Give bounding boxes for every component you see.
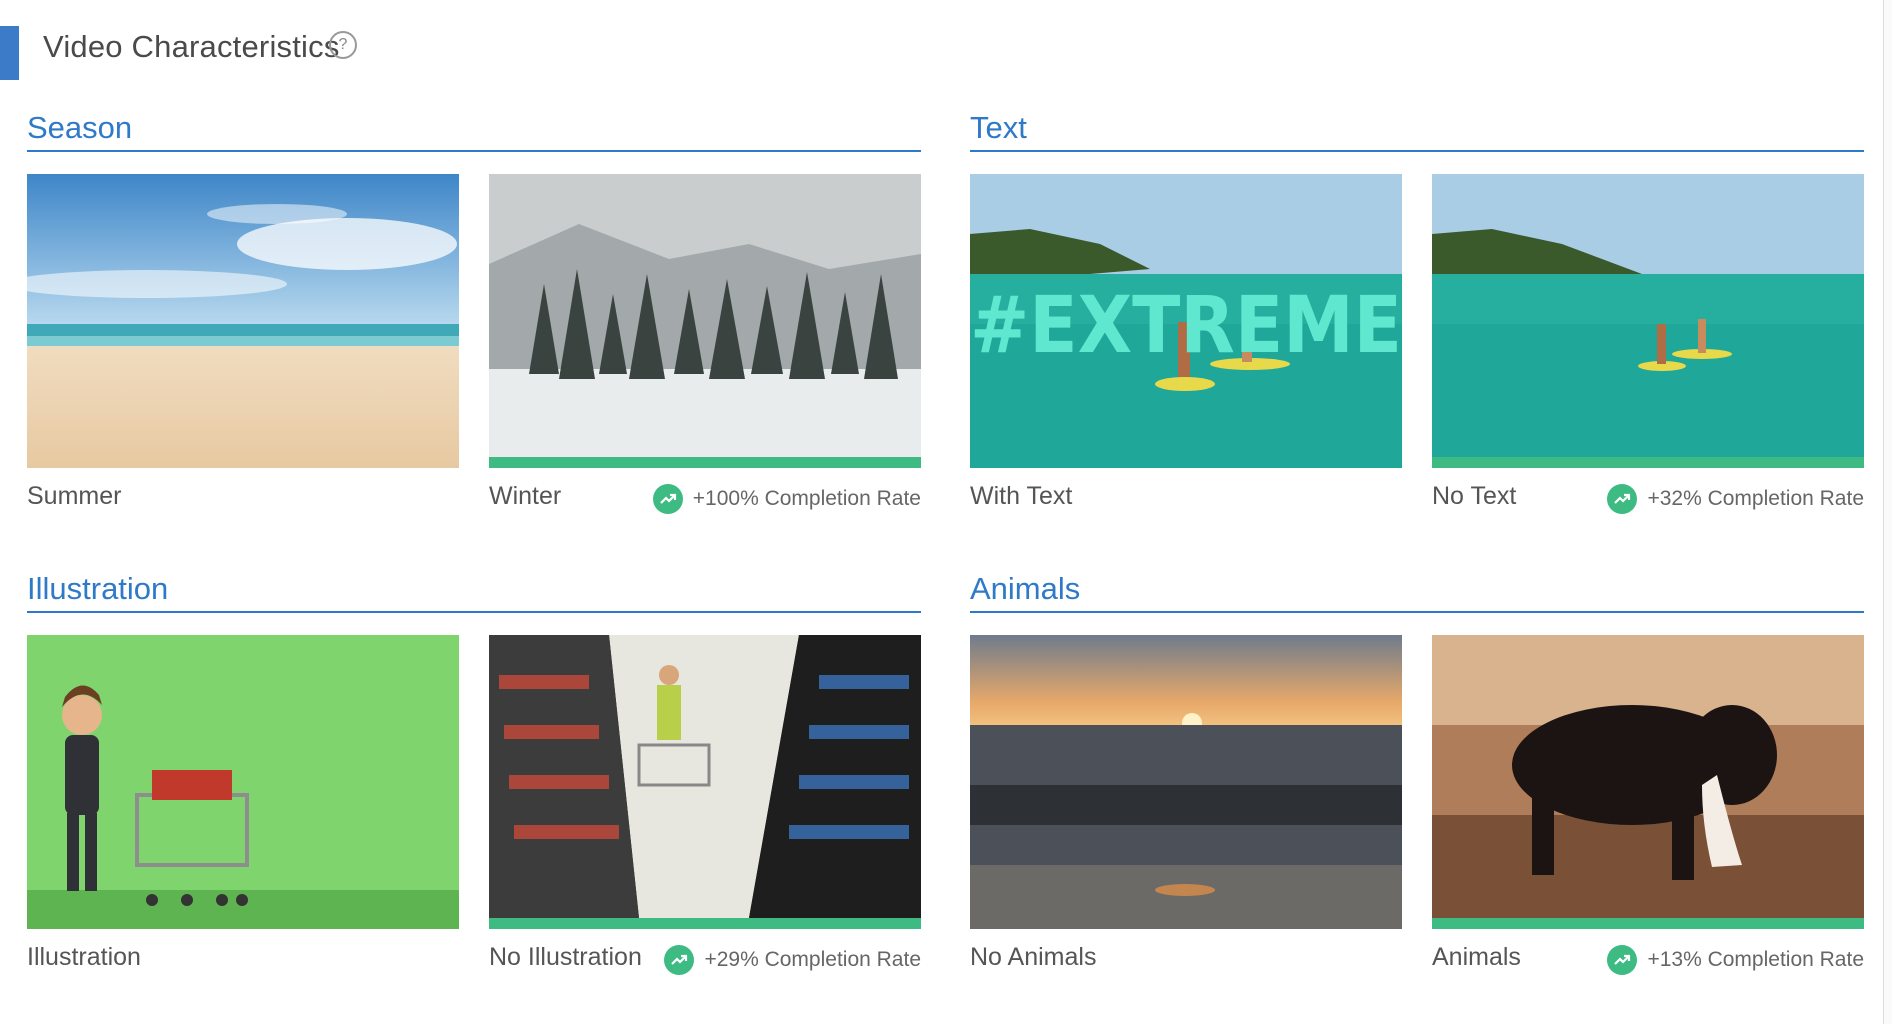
thumbnail-image-winter bbox=[489, 174, 921, 468]
thumbnail-image-no-text bbox=[1432, 174, 1864, 468]
overlay-extreme-text: #EXTREME bbox=[970, 281, 1402, 371]
thumbnail-label: With Text bbox=[970, 482, 1073, 510]
thumbnail-label: Winter bbox=[489, 482, 562, 510]
trending-up-icon bbox=[652, 484, 683, 514]
trending-up-icon bbox=[1607, 945, 1638, 975]
thumbnail-image-animals bbox=[1432, 635, 1864, 929]
completion-rate: +29% Completion Rate bbox=[664, 945, 921, 975]
thumbnail-image-no-animals bbox=[970, 635, 1402, 929]
completion-rate-text: +29% Completion Rate bbox=[704, 948, 921, 971]
section-season: Season Summer Winter +100% Completion Ra… bbox=[27, 110, 921, 530]
section-illustration: Illustration Illustration No Illustratio… bbox=[27, 571, 921, 991]
section-divider bbox=[27, 611, 921, 613]
thumbnail-image-with-text: #EXTREME bbox=[970, 174, 1402, 468]
section-title: Illustration bbox=[27, 571, 169, 606]
question-circle-icon[interactable]: ? bbox=[329, 31, 357, 59]
completion-rate: +100% Completion Rate bbox=[652, 484, 921, 514]
thumbnail-label: No Animals bbox=[970, 943, 1097, 971]
thumbnail-label: Illustration bbox=[27, 943, 141, 971]
section-animals: Animals No Animals Animals +13% Completi… bbox=[970, 571, 1864, 991]
thumbnail-label: Summer bbox=[27, 482, 122, 510]
thumbnail-label: Animals bbox=[1432, 943, 1521, 971]
section-title: Season bbox=[27, 110, 133, 145]
thumbnail-image-no-illustration bbox=[489, 635, 921, 929]
page-header: Video Characteristics ? bbox=[0, 0, 1892, 80]
trending-up-icon bbox=[1607, 484, 1638, 514]
completion-rate-text: +100% Completion Rate bbox=[692, 487, 921, 510]
section-text: Text #EXTREME With Text No Text +32% Com… bbox=[970, 110, 1864, 530]
completion-rate-text: +13% Completion Rate bbox=[1647, 948, 1864, 971]
header-accent-bar bbox=[0, 26, 19, 80]
section-divider bbox=[970, 150, 1864, 152]
section-title: Animals bbox=[970, 571, 1081, 606]
page-title: Video Characteristics bbox=[43, 29, 340, 64]
section-divider bbox=[27, 150, 921, 152]
scrollbar-track[interactable] bbox=[1883, 0, 1892, 1024]
section-title: Text bbox=[970, 110, 1027, 145]
thumbnail-label: No Illustration bbox=[489, 943, 642, 971]
section-divider bbox=[970, 611, 1864, 613]
thumbnail-label: No Text bbox=[1432, 482, 1517, 510]
trending-up-icon bbox=[664, 945, 695, 975]
thumbnail-image-summer bbox=[27, 174, 459, 468]
completion-rate-text: +32% Completion Rate bbox=[1647, 487, 1864, 510]
thumbnail-image-illustration bbox=[27, 635, 459, 929]
completion-rate: +32% Completion Rate bbox=[1607, 484, 1864, 514]
completion-rate: +13% Completion Rate bbox=[1607, 945, 1864, 975]
